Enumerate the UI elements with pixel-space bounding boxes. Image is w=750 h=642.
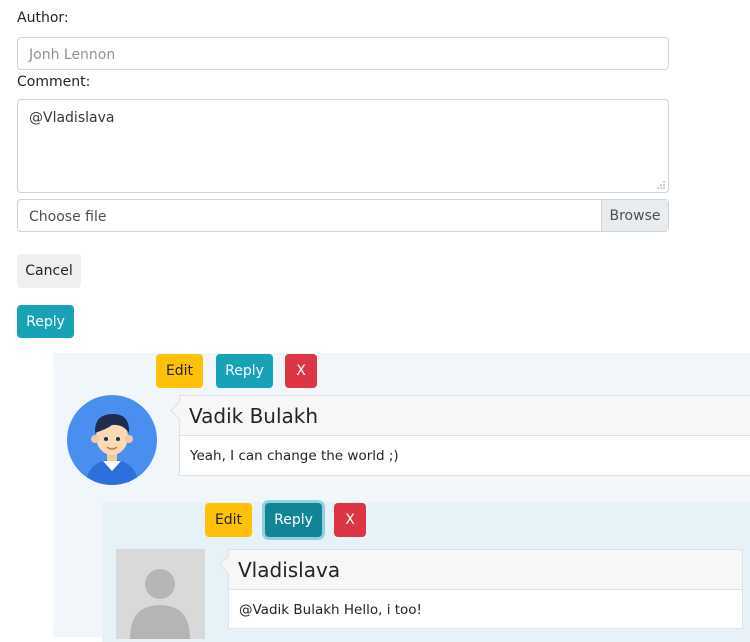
edit-button[interactable]: Edit [205, 503, 252, 537]
reply-submit-button[interactable]: Reply [17, 305, 74, 338]
comment-value: @Vladislava [29, 110, 115, 126]
file-input-label: Choose file [29, 209, 107, 225]
author-placeholder: Jonh Lennon [29, 47, 116, 63]
nested-comment-item: Edit Reply X Vladislava @Vadik Bulakh He… [102, 502, 750, 642]
comment-label: Comment: [17, 74, 91, 90]
comment-textarea[interactable]: @Vladislava [17, 99, 669, 193]
resize-grip-icon[interactable] [657, 181, 665, 189]
comment-author: Vladislava [229, 550, 742, 590]
author-input[interactable]: Jonh Lennon [17, 37, 669, 70]
comment-bubble: Vladislava @Vadik Bulakh Hello, i too! [219, 549, 743, 629]
comment-item: Edit Reply X Vadik Bulakh Yeah, I can ch… [53, 353, 750, 642]
file-input[interactable]: Choose file Browse [17, 199, 669, 232]
comment-bubble: Vadik Bulakh Yeah, I can change the worl… [170, 395, 750, 476]
delete-button[interactable]: X [334, 503, 366, 537]
author-label: Author: [17, 10, 69, 26]
comment-text: @Vadik Bulakh Hello, i too! [239, 602, 422, 618]
reply-button[interactable]: Reply [216, 354, 273, 388]
reply-button[interactable]: Reply [265, 503, 322, 537]
comment-text: Yeah, I can change the world ;) [190, 448, 399, 464]
edit-button[interactable]: Edit [156, 354, 203, 388]
default-user-avatar-icon [116, 549, 205, 639]
browse-button[interactable]: Browse [601, 200, 668, 231]
delete-button[interactable]: X [285, 354, 317, 388]
boy-avatar-icon [67, 395, 157, 485]
cancel-button[interactable]: Cancel [17, 254, 81, 288]
comment-author: Vadik Bulakh [180, 396, 750, 436]
